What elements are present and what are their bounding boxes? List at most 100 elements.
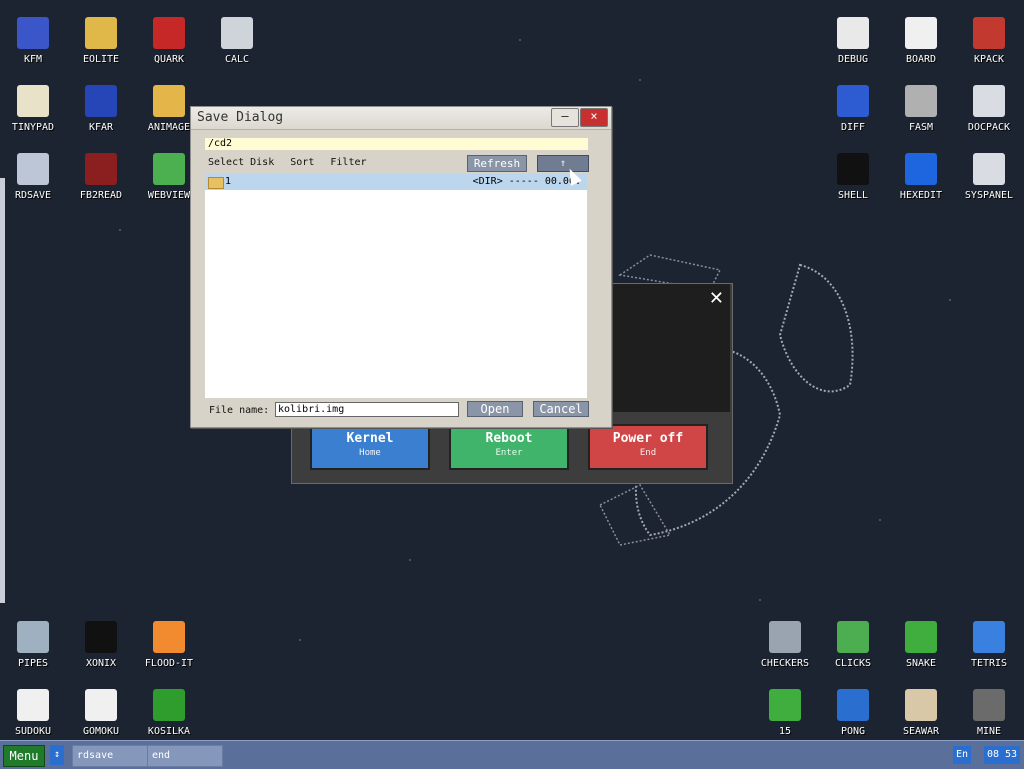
notepad-icon [17, 85, 49, 117]
desktop-icon-calc[interactable]: CALC [205, 9, 269, 73]
path-field[interactable]: /cd2 [205, 138, 588, 150]
desktop-icon-label: TETRIS [970, 658, 1008, 669]
desktop-icon-fb2read[interactable]: FB2READ [69, 145, 133, 209]
desktop-icon-label: DOCPACK [967, 122, 1011, 133]
taskbar-item-rdsave[interactable]: rdsave [72, 745, 148, 767]
desktop-icon-label: CLICKS [834, 658, 872, 669]
desktop-icon-label: HEXEDIT [899, 190, 943, 201]
floppy-icon [17, 17, 49, 49]
desktop-icon-eolite[interactable]: EOLITE [69, 9, 133, 73]
desktop-icon-snake[interactable]: SNAKE [889, 613, 953, 677]
desktop-icon-label: KOSILKA [147, 726, 191, 737]
desktop-icon-label: DEBUG [837, 54, 869, 65]
file-list[interactable]: 1 <DIR> ----- 00.00. [205, 174, 587, 398]
desktop-icon-hexedit[interactable]: HEXEDIT [889, 145, 953, 209]
flood-icon [153, 621, 185, 653]
desktop-icon-kosilka[interactable]: KOSILKA [137, 681, 201, 745]
globe-icon [153, 153, 185, 185]
filename-input[interactable]: kolibri.img [275, 402, 459, 417]
desktop-icon-label: RDSAVE [14, 190, 52, 201]
filename-label: File name: [209, 405, 270, 416]
ebook-icon [85, 153, 117, 185]
pong-icon [837, 689, 869, 721]
desktop-icon-seawar[interactable]: SEAWAR [889, 681, 953, 745]
desktop-icon-label: CALC [224, 54, 250, 65]
desktop-icon-kpack[interactable]: KPACK [957, 9, 1021, 73]
desktop-icon-15[interactable]: 15 [753, 681, 817, 745]
hex-icon [905, 153, 937, 185]
desktop-icon-debug[interactable]: DEBUG [821, 9, 885, 73]
desktop-icon-label: KPACK [973, 54, 1005, 65]
window-title: Save Dialog [197, 110, 284, 125]
desktop-icon-kfar[interactable]: KFAR [69, 77, 133, 141]
reboot-hint: Enter [495, 448, 523, 458]
refresh-button[interactable]: Refresh [467, 155, 527, 172]
desktop-icon-gomoku[interactable]: GOMOKU [69, 681, 133, 745]
parent-directory-button[interactable]: ⇑ [537, 155, 589, 172]
clock: 08 53 [984, 746, 1020, 764]
folder-icon [85, 17, 117, 49]
desktop-icon-diff[interactable]: DIFF [821, 77, 885, 141]
reboot-button[interactable]: Reboot Enter [449, 424, 569, 470]
left-panel-strip [0, 178, 5, 603]
desktop-icon-label: EOLITE [82, 54, 120, 65]
desktop-icon-label: SUDOKU [14, 726, 52, 737]
folder-icon [208, 177, 224, 189]
grid15-icon [769, 689, 801, 721]
desktop-icon-clicks[interactable]: CLICKS [821, 613, 885, 677]
desktop-icon-label: TINYPAD [11, 122, 55, 133]
desktop-icon-mine[interactable]: MINE [957, 681, 1021, 745]
power-off-button[interactable]: Power off End [588, 424, 708, 470]
select-disk-menu[interactable]: Select Disk [208, 157, 274, 168]
blocks-icon [837, 621, 869, 653]
desktop-icon-syspanel[interactable]: SYSPANEL [957, 145, 1021, 209]
task-switch-icon[interactable]: ↕ [50, 745, 64, 765]
xonix-icon [85, 621, 117, 653]
desktop-icon-flood-it[interactable]: FLOOD-IT [137, 613, 201, 677]
reboot-label: Reboot [485, 431, 533, 446]
desktop-icon-label: SNAKE [905, 658, 937, 669]
desktop-icon-quark[interactable]: QUARK [137, 9, 201, 73]
cancel-button[interactable]: Cancel [533, 401, 589, 417]
list-item[interactable]: 1 <DIR> ----- 00.00. [205, 174, 587, 190]
checkers-icon [769, 621, 801, 653]
desktop-icon-checkers[interactable]: CHECKERS [753, 613, 817, 677]
desktop-icon-label: SEAWAR [902, 726, 940, 737]
desktop-icon-label: DIFF [840, 122, 866, 133]
desktop-icon-rdsave[interactable]: RDSAVE [1, 145, 65, 209]
kernel-button[interactable]: Kernel Home [310, 424, 430, 470]
tetris-icon [973, 621, 1005, 653]
close-button[interactable]: × [580, 108, 608, 127]
minimize-button[interactable]: – [551, 108, 579, 127]
save-dialog: Save Dialog – × /cd2 Select Disk Sort Fi… [190, 106, 612, 428]
desktop-icon-pipes[interactable]: PIPES [1, 613, 65, 677]
desktop-icon-sudoku[interactable]: SUDOKU [1, 681, 65, 745]
desktop-icon-kfm[interactable]: KFM [1, 9, 65, 73]
desktop-icon-board[interactable]: BOARD [889, 9, 953, 73]
cabinet-icon [973, 85, 1005, 117]
desktop-icon-pong[interactable]: PONG [821, 681, 885, 745]
title-bar[interactable]: Save Dialog – × [191, 107, 611, 130]
desktop-icon-docpack[interactable]: DOCPACK [957, 77, 1021, 141]
file-info: <DIR> ----- 00.00. [472, 176, 581, 187]
menu-button[interactable]: Menu [3, 745, 45, 767]
desktop-icon-xonix[interactable]: XONIX [69, 613, 133, 677]
taskbar: Menu ↕ rdsave end En 08 53 [0, 740, 1024, 769]
desktop-icon-tinypad[interactable]: TINYPAD [1, 77, 65, 141]
language-indicator[interactable]: En [953, 746, 971, 764]
desktop-icon-fasm[interactable]: FASM [889, 77, 953, 141]
sort-menu[interactable]: Sort [290, 157, 314, 168]
desktop-icon-shell[interactable]: SHELL [821, 145, 885, 209]
terminal-icon [837, 153, 869, 185]
open-button[interactable]: Open [467, 401, 523, 417]
desktop-icon-label: 15 [778, 726, 792, 737]
desktop-icon-tetris[interactable]: TETRIS [957, 613, 1021, 677]
calculator-icon [221, 17, 253, 49]
desktop-icon-label: KFAR [88, 122, 114, 133]
desktop-icon-label: XONIX [85, 658, 117, 669]
taskbar-item-end[interactable]: end [147, 745, 223, 767]
close-icon[interactable]: ✕ [709, 288, 724, 309]
desktop-icon-label: SYSPANEL [964, 190, 1014, 201]
desktop-icon-label: SHELL [837, 190, 869, 201]
filter-menu[interactable]: Filter [330, 157, 366, 168]
